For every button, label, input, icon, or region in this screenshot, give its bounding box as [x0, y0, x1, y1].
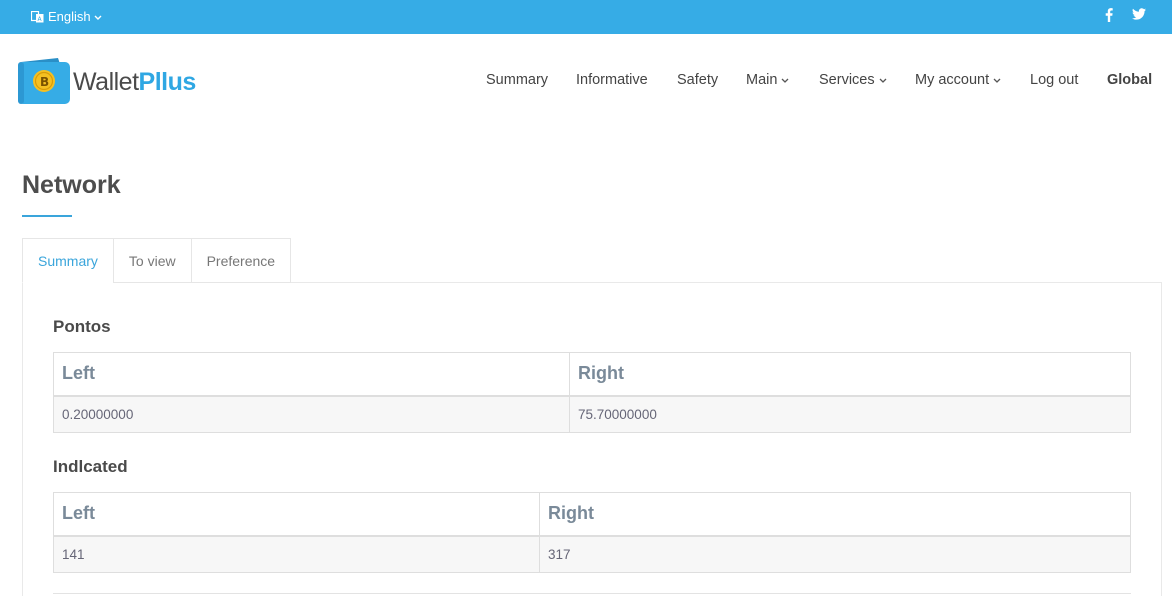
chevron-down-icon [94, 9, 102, 24]
nav-safety-label: Safety [677, 72, 719, 88]
header: B WalletPllus Summary Informative Safety… [0, 34, 1172, 128]
tab-preference[interactable]: Preference [190, 238, 292, 283]
nav-safety[interactable]: Safety [677, 72, 718, 88]
logo[interactable]: B WalletPllus [18, 56, 196, 109]
nav-my-account-label: My account [915, 72, 990, 88]
twitter-icon[interactable] [1132, 8, 1146, 23]
section-title-indicated: Indlcated [53, 457, 128, 476]
column-header-right: Right [539, 492, 1131, 537]
chevron-down-icon [781, 72, 789, 88]
table-row: 0.20000000 75.70000000 [53, 395, 1131, 433]
pontos-table: Left Right 0.20000000 75.70000000 [53, 352, 1131, 433]
cell-right: 75.70000000 [569, 395, 1131, 433]
table-header-row: Left Right [53, 352, 1131, 397]
top-bar: A English [0, 0, 1172, 34]
table-header-row: Left Right [53, 492, 1131, 537]
header-shadow [70, 124, 1150, 150]
nav-services[interactable]: Services [819, 72, 887, 88]
tab-summary[interactable]: Summary [22, 238, 113, 283]
facebook-icon[interactable] [1105, 8, 1113, 25]
indicated-table: Left Right 141 317 [53, 492, 1131, 573]
cell-right: 317 [539, 535, 1131, 573]
chevron-down-icon [879, 72, 887, 88]
nav-summary-label: Summary [486, 72, 549, 88]
nav-services-label: Services [819, 72, 875, 88]
nav-informative-label: Informative [576, 72, 648, 88]
table-row: 141 317 [53, 535, 1131, 573]
brand-name-part1: Wallet [73, 68, 139, 96]
brand-name-part2: Pllus [138, 68, 197, 96]
page-title: Network [22, 171, 121, 199]
nav-main-label: Main [746, 72, 778, 88]
title-underline [22, 215, 72, 217]
nav-global-label: Global [1107, 72, 1153, 88]
divider [53, 593, 1131, 594]
brand-name: WalletPllus [73, 68, 196, 97]
cell-left: 141 [53, 535, 540, 573]
nav-log-out[interactable]: Log out [1030, 72, 1078, 88]
language-icon: A [30, 10, 44, 23]
nav-informative[interactable]: Informative [576, 72, 648, 88]
language-selector[interactable]: A English [30, 9, 102, 24]
column-header-left: Left [53, 352, 570, 397]
nav-global[interactable]: Global [1107, 72, 1152, 88]
column-header-right: Right [569, 352, 1131, 397]
wallet-logo-icon: B [18, 56, 70, 109]
cell-left: 0.20000000 [53, 395, 570, 433]
nav-log-out-label: Log out [1030, 72, 1079, 88]
chevron-down-icon [993, 72, 1001, 88]
nav-main[interactable]: Main [746, 72, 789, 88]
tab-bar: Summary To view Preference [22, 238, 292, 283]
language-label: English [48, 9, 91, 24]
nav-summary[interactable]: Summary [486, 72, 548, 88]
column-header-left: Left [53, 492, 540, 537]
tab-to-view[interactable]: To view [112, 238, 191, 283]
svg-text:B: B [40, 75, 49, 89]
section-title-pontos: Pontos [53, 317, 111, 336]
nav-my-account[interactable]: My account [915, 72, 1001, 88]
